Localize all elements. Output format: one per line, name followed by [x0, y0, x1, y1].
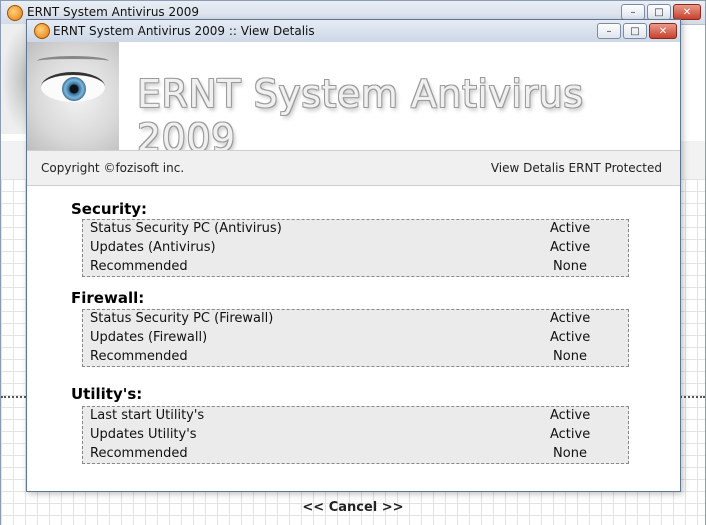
status-label: Status Security PC (Firewall)	[90, 311, 274, 326]
status-label: Recommended	[90, 259, 188, 274]
cancel-button[interactable]: << Cancel >>	[0, 500, 706, 515]
minimize-button[interactable]: –	[621, 4, 645, 20]
section-title-firewall: Firewall:	[71, 289, 145, 307]
close-icon: ✕	[682, 6, 692, 18]
banner-title: ERNT System Antivirus 2009	[137, 72, 584, 150]
dialog-minimize-button[interactable]: –	[597, 23, 621, 39]
status-label: Updates (Firewall)	[90, 330, 208, 345]
minimize-icon: –	[606, 25, 612, 37]
status-row: Last start Utility's Active	[90, 407, 628, 426]
firewall-status-box: Status Security PC (Firewall) Active Upd…	[82, 309, 629, 367]
status-label: Recommended	[90, 349, 188, 364]
status-value: Active	[550, 221, 591, 236]
utilities-status-box: Last start Utility's Active Updates Util…	[82, 406, 629, 464]
section-title-security: Security:	[71, 200, 148, 218]
status-label: Updates (Antivirus)	[90, 240, 216, 255]
banner: ERNT System Antivirus 2009	[27, 42, 680, 150]
status-label: Updates Utility's	[90, 427, 197, 442]
security-status-box: Status Security PC (Antivirus) Active Up…	[82, 219, 629, 277]
close-button[interactable]: ✕	[673, 4, 701, 20]
dialog-app-icon	[34, 23, 50, 39]
eye-white-shape	[41, 72, 105, 102]
status-row: Recommended None	[90, 348, 628, 367]
background-window-controls: – □ ✕	[621, 4, 701, 20]
minimize-icon: –	[630, 6, 636, 18]
status-value: Active	[550, 311, 591, 326]
maximize-button[interactable]: □	[647, 4, 671, 20]
status-label: Recommended	[90, 446, 188, 461]
dialog-title: ERNT System Antivirus 2009 :: View Detal…	[53, 24, 315, 38]
status-row: Status Security PC (Antivirus) Active	[90, 220, 628, 239]
info-bar: Copyright ©fozisoft inc. View Detalis ER…	[27, 150, 680, 186]
status-value: None	[553, 259, 587, 274]
eye-icon	[27, 42, 119, 150]
status-row: Updates Utility's Active	[90, 426, 628, 445]
status-label: Status Security PC (Antivirus)	[90, 221, 282, 236]
status-value: Active	[550, 427, 591, 442]
status-value: Active	[550, 408, 591, 423]
status-row: Updates (Antivirus) Active	[90, 239, 628, 258]
status-row: Recommended None	[90, 445, 628, 464]
maximize-icon: □	[630, 25, 640, 37]
status-value: None	[553, 349, 587, 364]
status-row: Updates (Firewall) Active	[90, 329, 628, 348]
eyebrow-shape	[37, 56, 109, 66]
view-details-dialog: ERNT System Antivirus 2009 :: View Detal…	[26, 19, 681, 492]
background-window-title: ERNT System Antivirus 2009	[27, 5, 200, 19]
dialog-titlebar[interactable]: ERNT System Antivirus 2009 :: View Detal…	[27, 20, 680, 43]
status-value: Active	[550, 330, 591, 345]
status-value: Active	[550, 240, 591, 255]
app-icon	[7, 5, 23, 21]
copyright-text: Copyright ©fozisoft inc.	[41, 161, 185, 175]
dialog-window-controls: – □ ✕	[597, 23, 677, 39]
dialog-close-button[interactable]: ✕	[649, 23, 677, 39]
dialog-maximize-button[interactable]: □	[623, 23, 647, 39]
close-icon: ✕	[658, 25, 668, 37]
status-value: None	[553, 446, 587, 461]
section-title-utilities: Utility's:	[71, 385, 143, 403]
maximize-icon: □	[654, 6, 664, 18]
status-label: Last start Utility's	[90, 408, 205, 423]
iris-shape	[62, 77, 86, 101]
status-row: Recommended None	[90, 258, 628, 277]
protected-status-text: View Detalis ERNT Protected	[490, 161, 662, 175]
status-row: Status Security PC (Firewall) Active	[90, 310, 628, 329]
